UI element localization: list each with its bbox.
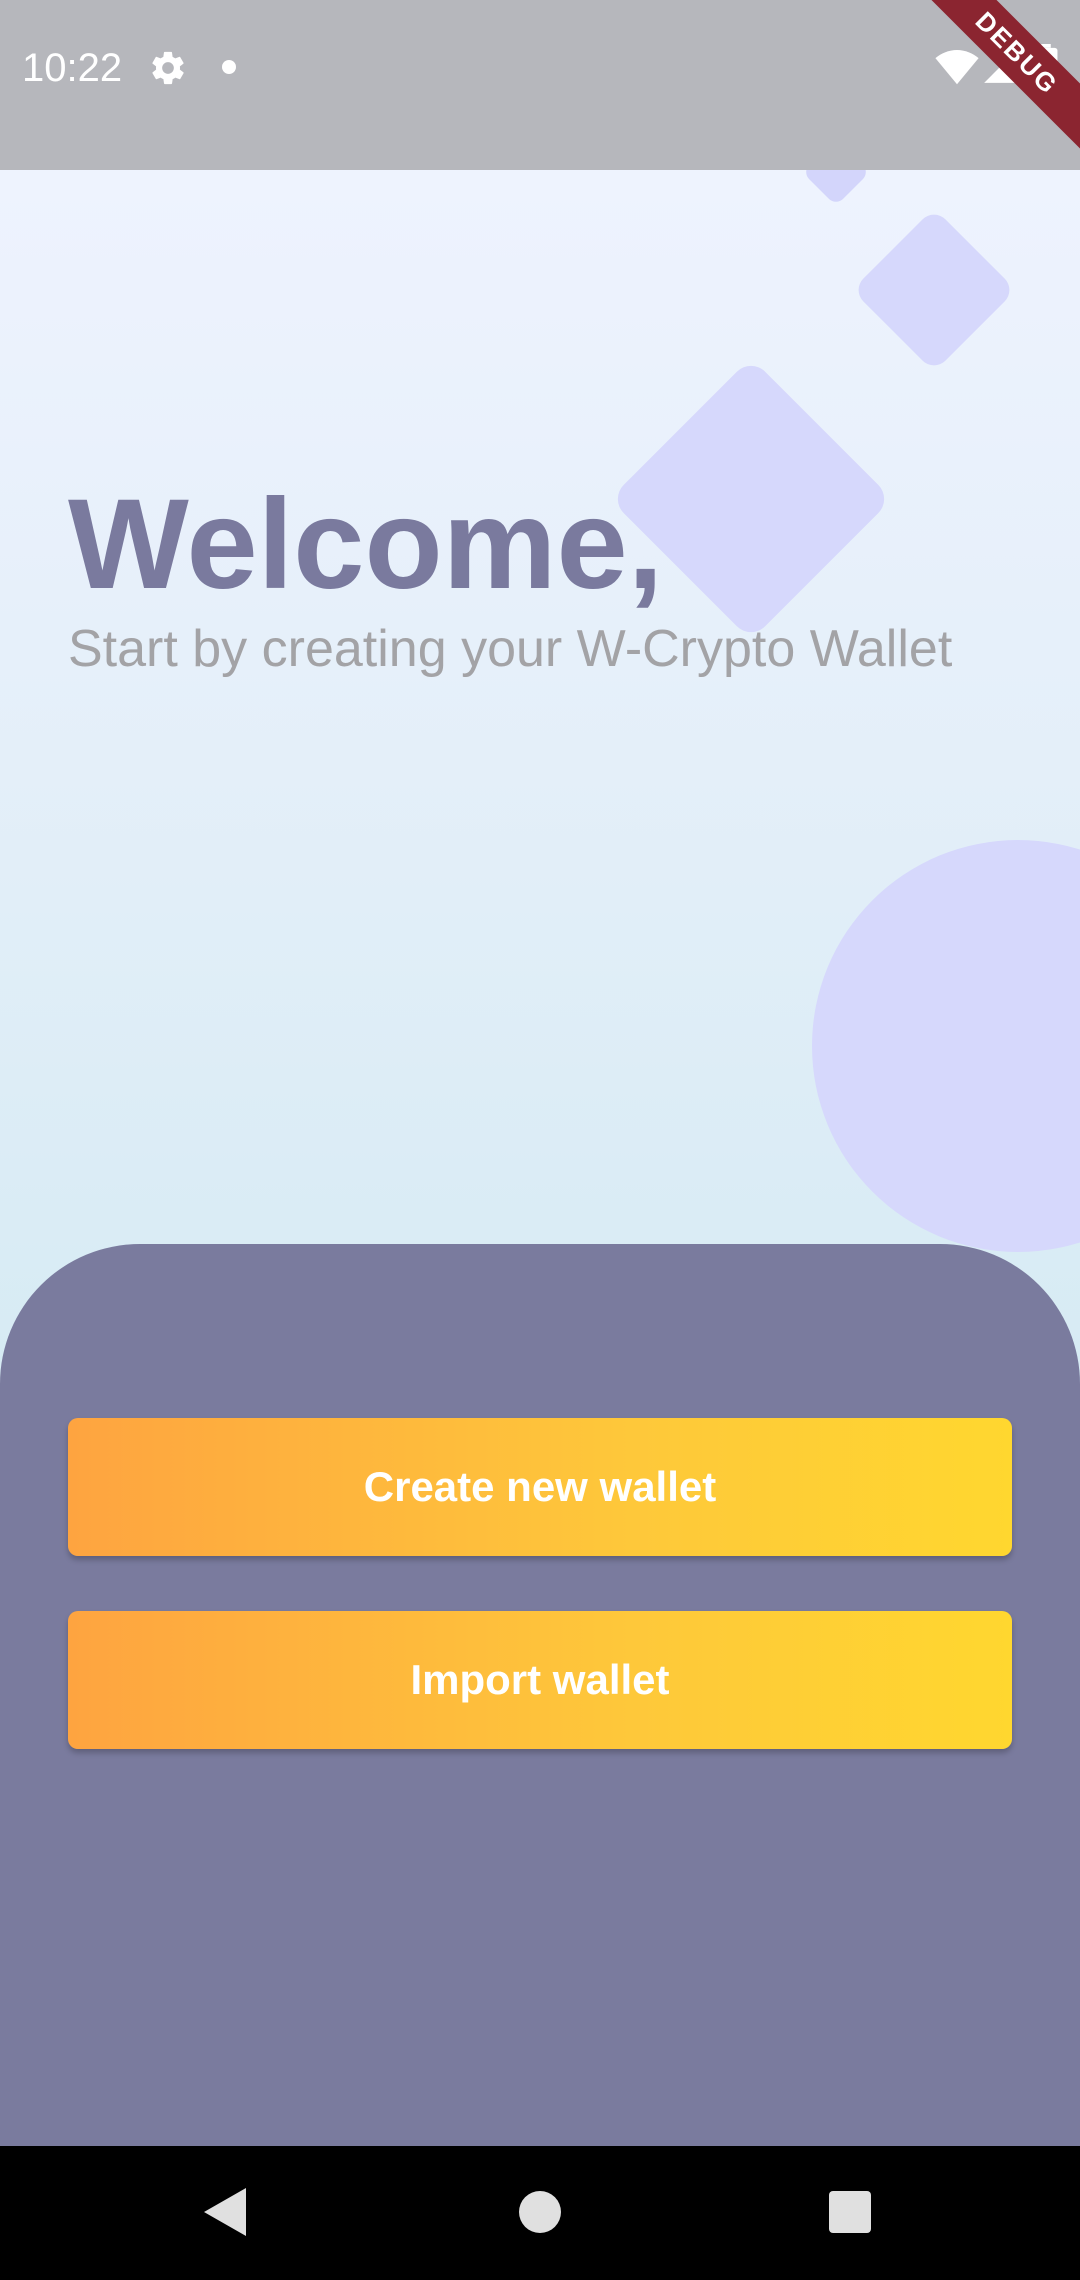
status-bar: 10:22 bbox=[0, 0, 1080, 170]
welcome-subtitle: Start by creating your W-Crypto Wallet bbox=[68, 620, 953, 678]
decorative-diamond-small bbox=[802, 170, 870, 206]
import-wallet-button[interactable]: Import wallet bbox=[68, 1611, 1012, 1749]
notification-dot-icon bbox=[222, 60, 236, 74]
back-icon[interactable] bbox=[204, 2188, 246, 2236]
recents-icon[interactable] bbox=[829, 2191, 871, 2233]
decorative-circle bbox=[812, 840, 1080, 1252]
app-screen: 10:22 DEBUG Welcome, Start by creating y… bbox=[0, 0, 1080, 2280]
wifi-icon bbox=[935, 50, 979, 85]
navigation-bar bbox=[0, 2146, 1080, 2280]
create-wallet-button[interactable]: Create new wallet bbox=[68, 1418, 1012, 1556]
welcome-background: Welcome, Start by creating your W-Crypto… bbox=[0, 170, 1080, 2146]
decorative-diamond-medium bbox=[851, 207, 1017, 373]
home-icon[interactable] bbox=[519, 2191, 561, 2233]
status-time: 10:22 bbox=[22, 46, 123, 90]
welcome-title: Welcome, bbox=[68, 473, 664, 616]
gear-icon bbox=[152, 51, 184, 85]
